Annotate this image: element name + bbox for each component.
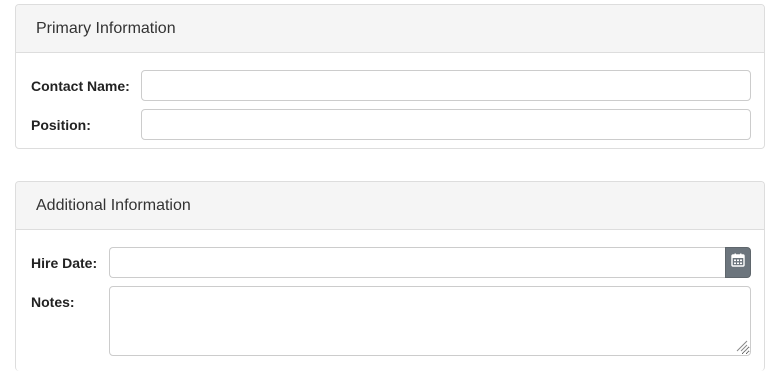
calendar-icon: [731, 253, 745, 272]
notes-label: Notes:: [31, 294, 75, 310]
position-label: Position:: [31, 117, 91, 133]
primary-information-panel: Primary Information Contact Name: Positi…: [15, 4, 765, 149]
position-input[interactable]: [141, 109, 751, 140]
additional-information-panel: Additional Information Hire Date: Notes:: [15, 181, 765, 371]
resize-grip-icon[interactable]: [734, 338, 748, 352]
notes-textarea[interactable]: [109, 286, 751, 356]
contact-name-label: Contact Name:: [31, 78, 130, 94]
hire-date-label: Hire Date:: [31, 255, 98, 271]
calendar-button[interactable]: [725, 247, 751, 278]
contact-name-input[interactable]: [141, 70, 751, 101]
primary-information-heading: Primary Information: [16, 5, 764, 53]
hire-date-group: [109, 247, 751, 278]
additional-information-heading: Additional Information: [16, 182, 764, 230]
hire-date-input[interactable]: [109, 247, 726, 278]
